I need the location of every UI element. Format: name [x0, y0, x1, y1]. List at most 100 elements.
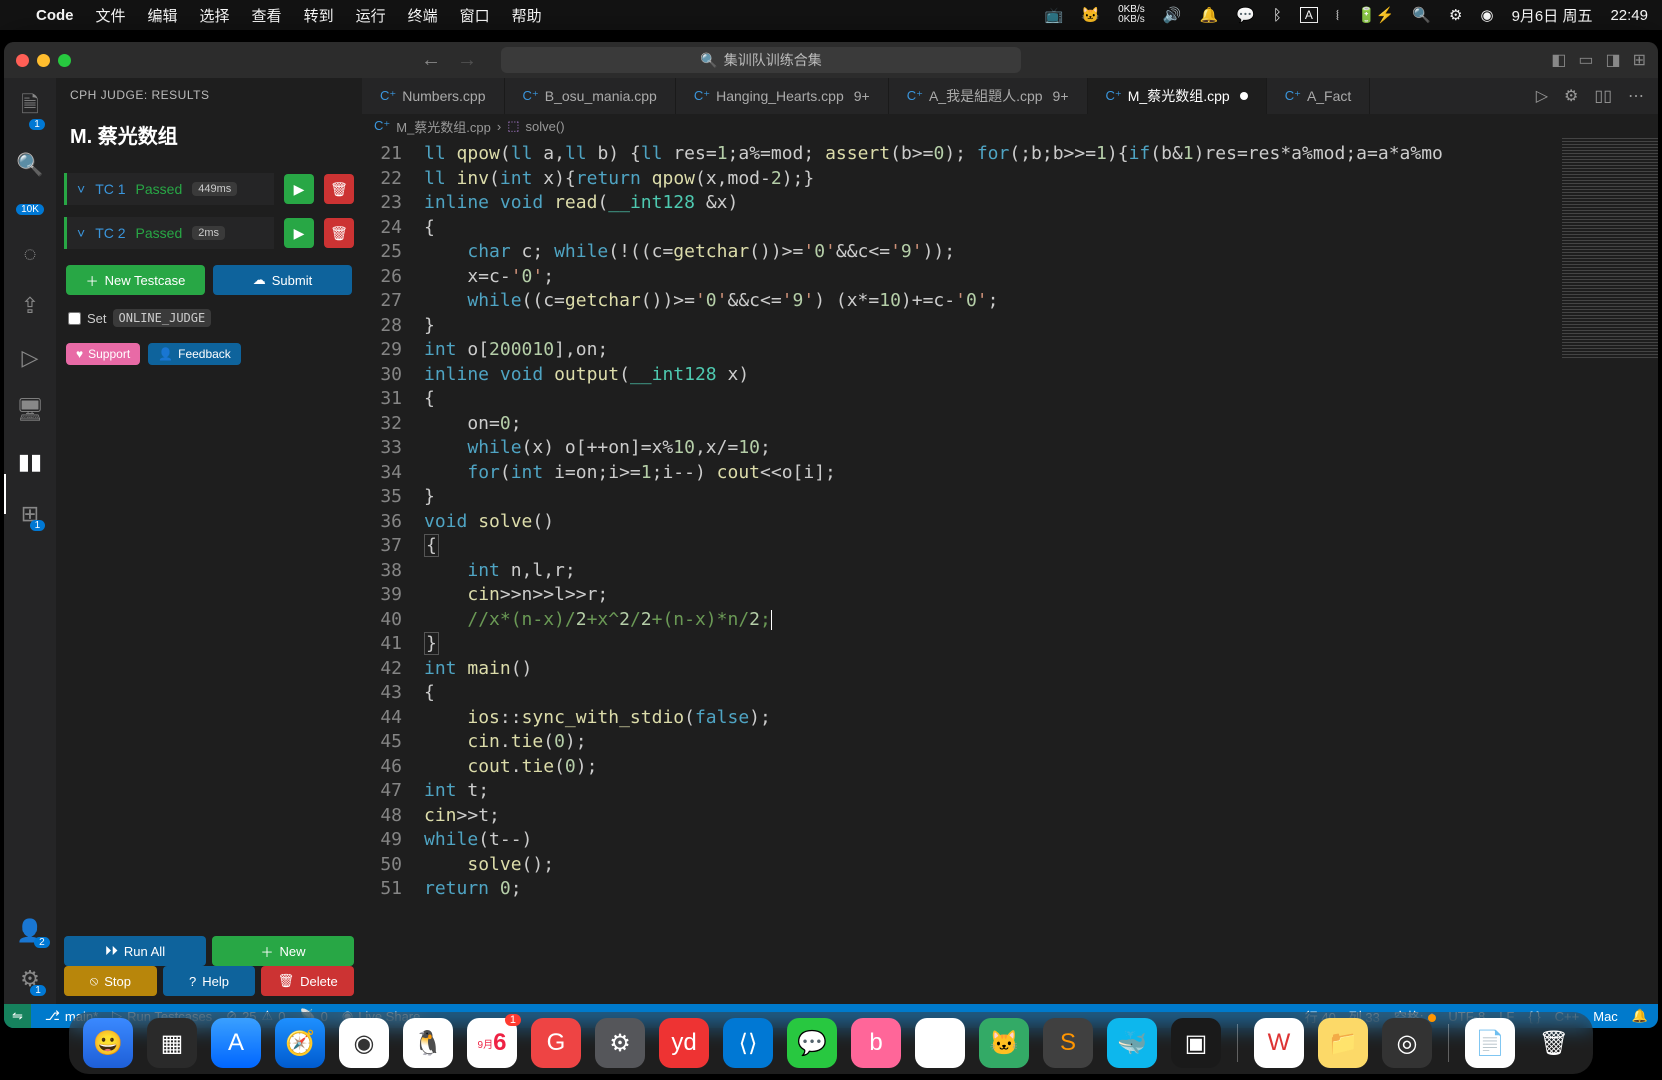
calendar-dock-icon[interactable]: 9月61: [467, 1018, 517, 1068]
more-actions-icon[interactable]: ⋯: [1628, 86, 1644, 106]
tc-run-button[interactable]: ▶: [284, 218, 314, 248]
battery-icon[interactable]: 🔋⚡: [1357, 6, 1394, 24]
cph-judge-icon[interactable]: ▮▮: [18, 449, 42, 475]
toggle-secondary-sidebar-icon[interactable]: ◨: [1605, 50, 1620, 70]
testcase-2[interactable]: ˅ TC 2 Passed 2ms: [64, 217, 274, 249]
siri-icon[interactable]: ◉: [1481, 6, 1494, 24]
breadcrumb[interactable]: C⁺M_蔡光数组.cpp › ⬚ solve(): [362, 114, 1658, 138]
tc-run-button[interactable]: ▶: [284, 174, 314, 204]
control-center-icon[interactable]: ⚙: [1449, 6, 1462, 24]
new-testcase-button[interactable]: ＋New Testcase: [66, 265, 205, 295]
textedit-dock-icon[interactable]: 📄: [1465, 1018, 1515, 1068]
wps-dock-icon[interactable]: W: [1254, 1018, 1304, 1068]
safari-dock-icon[interactable]: 🧭: [275, 1018, 325, 1068]
menu-help[interactable]: 帮助: [512, 5, 542, 26]
bluetooth-icon[interactable]: ᛒ: [1273, 7, 1282, 24]
nav-forward-icon[interactable]: →: [457, 49, 477, 72]
extensions-icon[interactable]: ⊞1: [21, 501, 39, 527]
menu-select[interactable]: 选择: [200, 5, 230, 26]
run-tab-icon[interactable]: ▷: [1536, 86, 1548, 106]
explorer-icon[interactable]: 🗎1: [21, 88, 39, 126]
close-window-button[interactable]: [16, 54, 29, 67]
tc-delete-button[interactable]: 🗑: [324, 174, 354, 204]
menu-window[interactable]: 窗口: [460, 5, 490, 26]
command-center-search[interactable]: 🔍 集训队训练合集: [501, 47, 1021, 73]
menubar-time[interactable]: 22:49: [1610, 7, 1648, 24]
maximize-window-button[interactable]: [58, 54, 71, 67]
mihoyo-dock-icon[interactable]: 🐱: [979, 1018, 1029, 1068]
new-button[interactable]: ＋New: [212, 936, 354, 966]
os-status[interactable]: Mac: [1593, 1009, 1618, 1024]
bilibili-dock-icon[interactable]: b: [851, 1018, 901, 1068]
tab-numbers[interactable]: C⁺Numbers.cpp: [362, 78, 505, 114]
customize-layout-icon[interactable]: ⊞: [1633, 50, 1646, 70]
sublime-dock-icon[interactable]: S: [1043, 1018, 1093, 1068]
docker-dock-icon[interactable]: 🐳: [1107, 1018, 1157, 1068]
obs-dock-icon[interactable]: ◎: [1382, 1018, 1432, 1068]
bilibili-tray-icon[interactable]: 📺: [1045, 6, 1064, 24]
help-button[interactable]: ?Help: [163, 966, 256, 996]
stop-button[interactable]: ⦸Stop: [64, 966, 157, 996]
code-editor[interactable]: ll qpow(ll a,ll b) {ll res=1;a%=mod; ass…: [424, 138, 1562, 1004]
menu-run2[interactable]: 运行: [356, 5, 386, 26]
tab-a-fact[interactable]: C⁺A_Fact: [1267, 78, 1371, 114]
run-debug-icon[interactable]: ▷: [22, 345, 39, 371]
notifications-icon[interactable]: 🔔: [1632, 1008, 1648, 1024]
trash-dock-icon[interactable]: 🗑: [1529, 1018, 1579, 1068]
scm-github-icon[interactable]: ◌: [23, 241, 36, 267]
debug-settings-icon[interactable]: ⚙: [1564, 86, 1578, 106]
chrome-dock-icon[interactable]: ◉: [339, 1018, 389, 1068]
spotlight-icon[interactable]: 🔍: [1412, 6, 1431, 24]
tab-active[interactable]: C⁺M_蔡光数组.cpp: [1088, 78, 1267, 114]
menubar-date[interactable]: 9月6日 周五: [1512, 5, 1593, 26]
support-button[interactable]: ♥Support: [66, 343, 140, 365]
youdao-dock-icon[interactable]: yd: [659, 1018, 709, 1068]
menubar-app[interactable]: Code: [36, 7, 74, 24]
wechat-dock-icon[interactable]: 💬: [787, 1018, 837, 1068]
appstore-dock-icon[interactable]: A: [211, 1018, 261, 1068]
qq-dock-icon[interactable]: 🐧: [403, 1018, 453, 1068]
account-icon[interactable]: 👤2: [16, 918, 43, 944]
testcase-1[interactable]: ˅ TC 1 Passed 449ms: [64, 173, 274, 205]
settings-dock-icon[interactable]: ⚙: [595, 1018, 645, 1068]
netease-dock-icon[interactable]: G: [531, 1018, 581, 1068]
finder-dock-icon[interactable]: 😀: [83, 1018, 133, 1068]
run-all-button[interactable]: ⏵⏵Run All: [64, 936, 206, 966]
delete-button[interactable]: 🗑Delete: [261, 966, 354, 996]
remote-indicator[interactable]: ⇋: [4, 1004, 31, 1028]
toggle-panel-icon[interactable]: ▭: [1578, 50, 1593, 70]
baidu-netdisk-dock-icon[interactable]: ☁: [915, 1018, 965, 1068]
terminal-dock-icon[interactable]: ▣: [1171, 1018, 1221, 1068]
search-activity-icon[interactable]: 🔍: [16, 152, 43, 178]
wechat-tray-icon[interactable]: 💬: [1236, 6, 1255, 24]
menu-term[interactable]: 终端: [408, 5, 438, 26]
menu-go[interactable]: 转到: [304, 5, 334, 26]
menu-edit[interactable]: 编辑: [148, 5, 178, 26]
input-method-icon[interactable]: A: [1300, 7, 1318, 23]
split-editor-icon[interactable]: ▯▯: [1594, 86, 1612, 106]
settings-gear-icon[interactable]: ⚙1: [20, 966, 40, 992]
tab-a-zuti[interactable]: C⁺A_我是組題人.cpp 9+: [889, 78, 1088, 114]
folder-dock-icon[interactable]: 📁: [1318, 1018, 1368, 1068]
share-icon[interactable]: ⇪: [21, 293, 39, 319]
menu-file[interactable]: 文件: [96, 5, 126, 26]
cat-tray-icon[interactable]: 🐱: [1081, 6, 1100, 24]
toggle-primary-sidebar-icon[interactable]: ◧: [1551, 50, 1566, 70]
minimap[interactable]: [1562, 138, 1658, 1004]
counter-activity-icon[interactable]: 10K: [16, 204, 44, 215]
vscode-dock-icon[interactable]: ⟨⟩: [723, 1018, 773, 1068]
remote-icon[interactable]: 🖥: [16, 397, 44, 423]
volume-icon[interactable]: 🔊: [1163, 6, 1182, 24]
menu-view[interactable]: 查看: [252, 5, 282, 26]
tc-delete-button[interactable]: 🗑: [324, 218, 354, 248]
submit-button[interactable]: ☁Submit: [213, 265, 352, 295]
nav-back-icon[interactable]: ←: [421, 49, 441, 72]
bell-icon[interactable]: 🔔: [1199, 6, 1218, 24]
tab-hanging[interactable]: C⁺Hanging_Hearts.cpp 9+: [676, 78, 889, 114]
minimize-window-button[interactable]: [37, 54, 50, 67]
wifi-icon[interactable]: ⧙: [1336, 7, 1339, 24]
tab-osu[interactable]: C⁺B_osu_mania.cpp: [505, 78, 676, 114]
online-judge-checkbox[interactable]: [68, 312, 81, 325]
feedback-button[interactable]: 👤Feedback: [148, 343, 241, 365]
launchpad-dock-icon[interactable]: ▦: [147, 1018, 197, 1068]
